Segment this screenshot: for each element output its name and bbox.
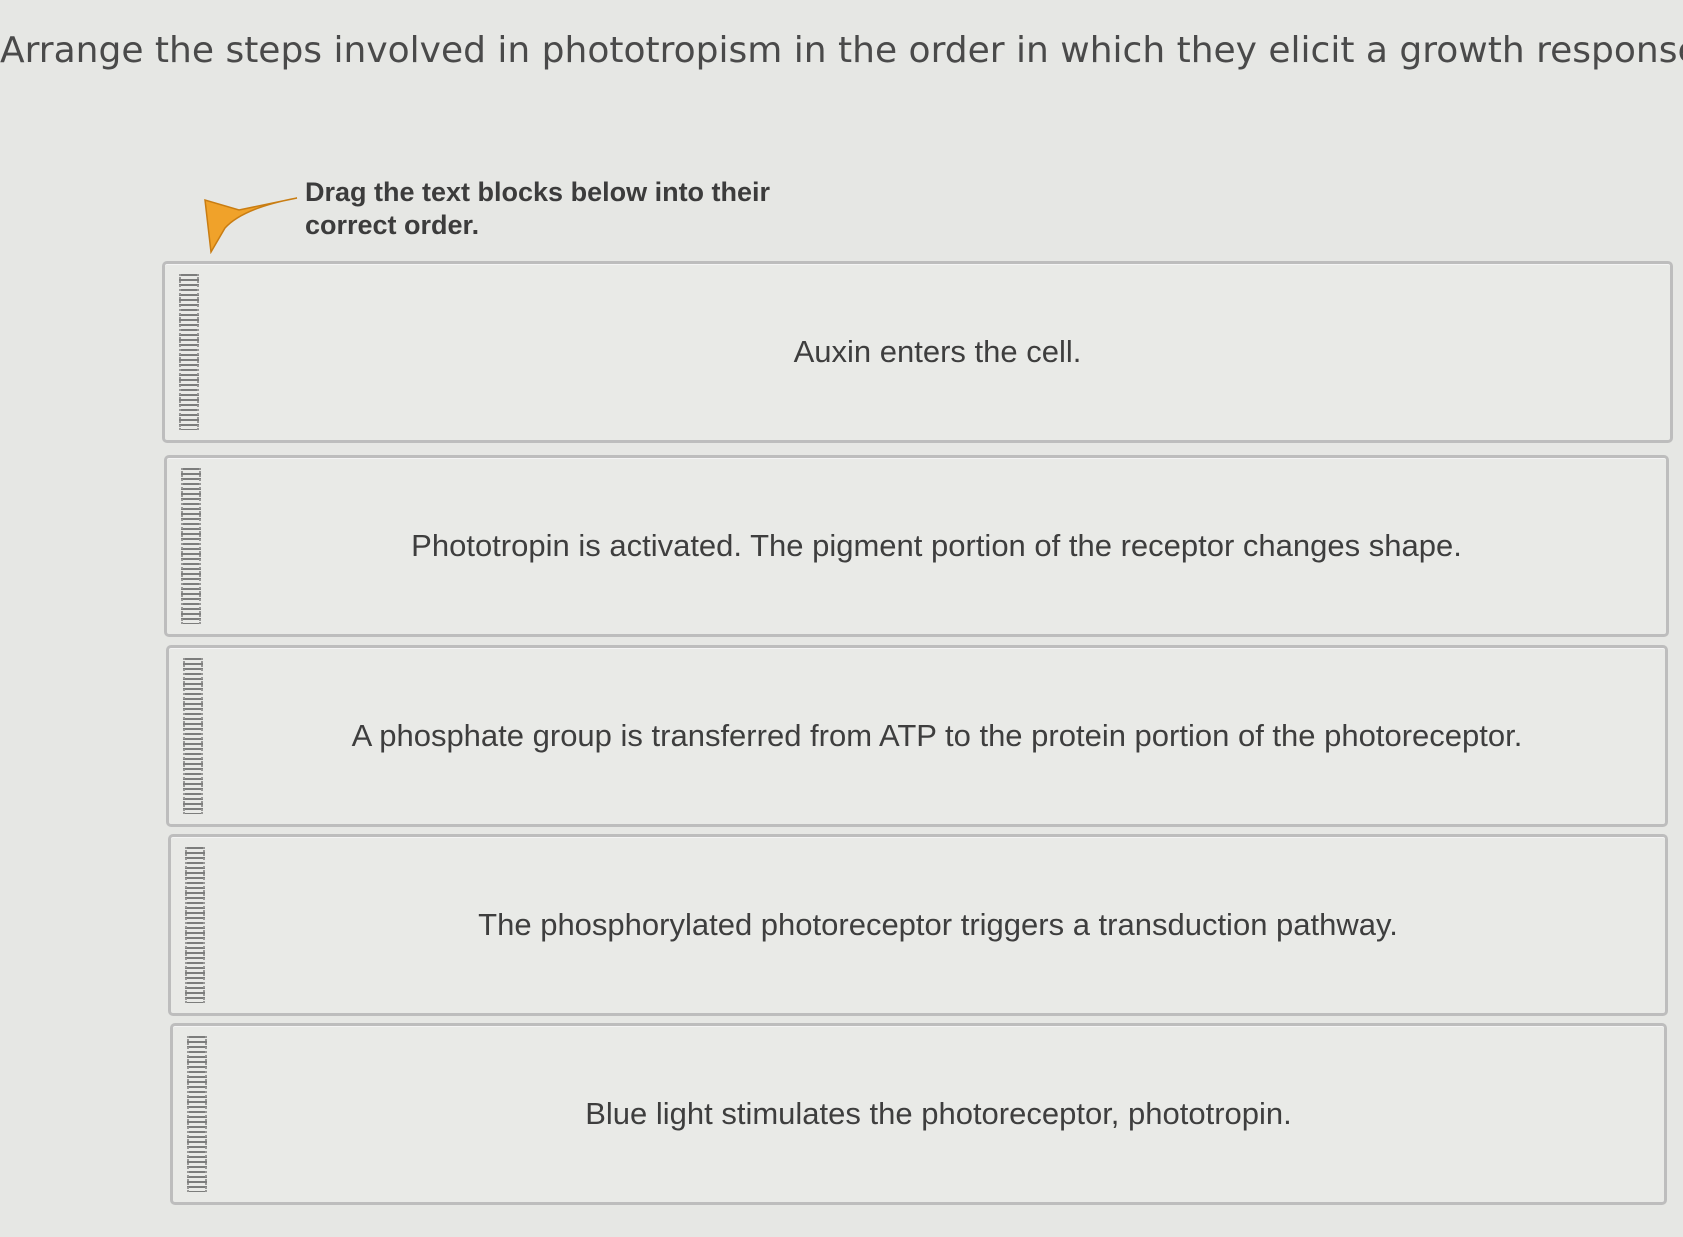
block-label: Blue light stimulates the photoreceptor,… [585, 1096, 1292, 1131]
drag-handle-icon[interactable] [185, 847, 205, 1003]
instruction-area: Drag the text blocks below into their co… [195, 172, 795, 254]
block-label: Auxin enters the cell. [793, 334, 1082, 369]
drag-handle-icon[interactable] [179, 274, 199, 430]
draggable-block-1[interactable]: Auxin enters the cell. [162, 261, 1673, 443]
question-text: Arrange the steps involved in phototropi… [0, 30, 1683, 71]
drag-handle-icon[interactable] [181, 468, 201, 624]
block-label: Phototropin is activated. The pigment po… [411, 528, 1462, 563]
draggable-block-3[interactable]: A phosphate group is transferred from AT… [166, 645, 1668, 827]
draggable-block-2[interactable]: Phototropin is activated. The pigment po… [164, 455, 1669, 637]
drag-handle-icon[interactable] [183, 658, 203, 814]
drag-handle-icon[interactable] [187, 1036, 207, 1192]
block-label: The phosphorylated photoreceptor trigger… [478, 907, 1398, 942]
draggable-block-4[interactable]: The phosphorylated photoreceptor trigger… [168, 834, 1668, 1016]
draggable-block-5[interactable]: Blue light stimulates the photoreceptor,… [170, 1023, 1667, 1205]
orange-arrow-icon [204, 197, 298, 254]
instruction-text: Drag the text blocks below into their co… [305, 177, 771, 240]
block-label: A phosphate group is transferred from AT… [351, 718, 1523, 753]
